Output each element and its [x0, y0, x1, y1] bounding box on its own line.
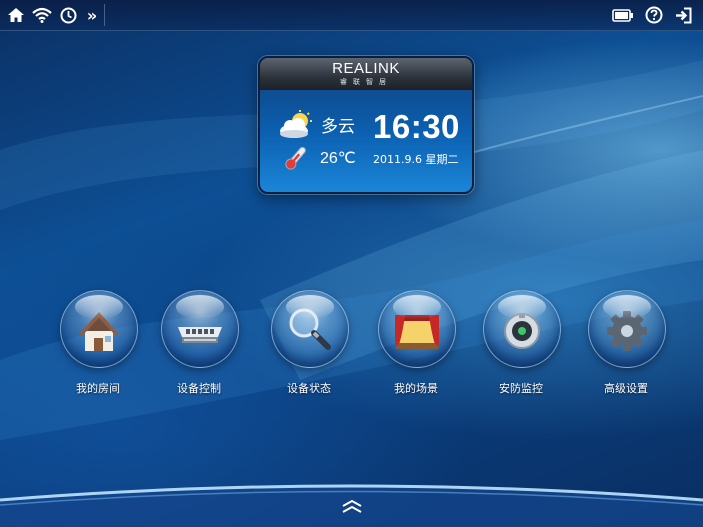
menu-label: 我的场景: [394, 382, 438, 395]
menu-label: 设备状态: [287, 382, 331, 395]
exit-icon[interactable]: [673, 5, 693, 25]
forward-icon[interactable]: »: [84, 5, 100, 25]
bubble-gloss: [603, 295, 651, 319]
menu-item-device-status[interactable]: 设备状态: [266, 290, 352, 402]
thermometer-icon: [282, 144, 310, 176]
clock-date: 2011.9.6 星期二: [373, 153, 459, 166]
chevron-up-icon[interactable]: [340, 496, 364, 518]
menu-item-security[interactable]: 安防监控: [478, 290, 564, 402]
cloudy-sun-icon: [278, 110, 316, 144]
menu-label: 安防监控: [499, 382, 543, 395]
temperature-value: 26℃: [320, 150, 356, 167]
bubble-gloss: [286, 295, 334, 319]
bubble-gloss: [176, 295, 224, 319]
menu-label: 我的房间: [76, 382, 120, 395]
wifi-icon[interactable]: [31, 5, 53, 25]
menu-bubble[interactable]: [378, 290, 456, 368]
menu-item-advanced-settings[interactable]: 高级设置: [583, 290, 669, 402]
menu-bubble[interactable]: [161, 290, 239, 368]
clock-time: 16:30: [373, 108, 460, 145]
menu-bubble[interactable]: [271, 290, 349, 368]
widget-header: REALINK 睿联智居: [260, 58, 472, 90]
battery-icon[interactable]: [611, 5, 635, 25]
menu-item-my-scene[interactable]: 我的场景: [373, 290, 459, 402]
status-separator: [104, 4, 105, 26]
help-icon[interactable]: [643, 5, 665, 25]
menu-item-my-room[interactable]: 我的房间: [55, 290, 141, 402]
bubble-gloss: [498, 295, 546, 319]
clock-icon[interactable]: [58, 5, 78, 25]
brand-subtitle: 睿联智居: [340, 78, 392, 86]
menu-item-device-control[interactable]: 设备控制: [156, 290, 242, 402]
status-bar: »: [0, 0, 703, 31]
menu-bubble[interactable]: [60, 290, 138, 368]
menu-bubble[interactable]: [483, 290, 561, 368]
weather-clock-widget: REALINK 睿联智居 多云 26℃ 16:30 2011.9.6 星期二: [258, 56, 474, 194]
bubble-gloss: [75, 295, 123, 319]
bubble-gloss: [393, 295, 441, 319]
menu-label: 设备控制: [177, 382, 221, 395]
brand-logo: REALINK: [332, 60, 400, 77]
weather-condition: 多云: [321, 117, 355, 137]
menu-label: 高级设置: [604, 382, 648, 395]
home-icon[interactable]: [6, 5, 26, 25]
menu-bubble[interactable]: [588, 290, 666, 368]
